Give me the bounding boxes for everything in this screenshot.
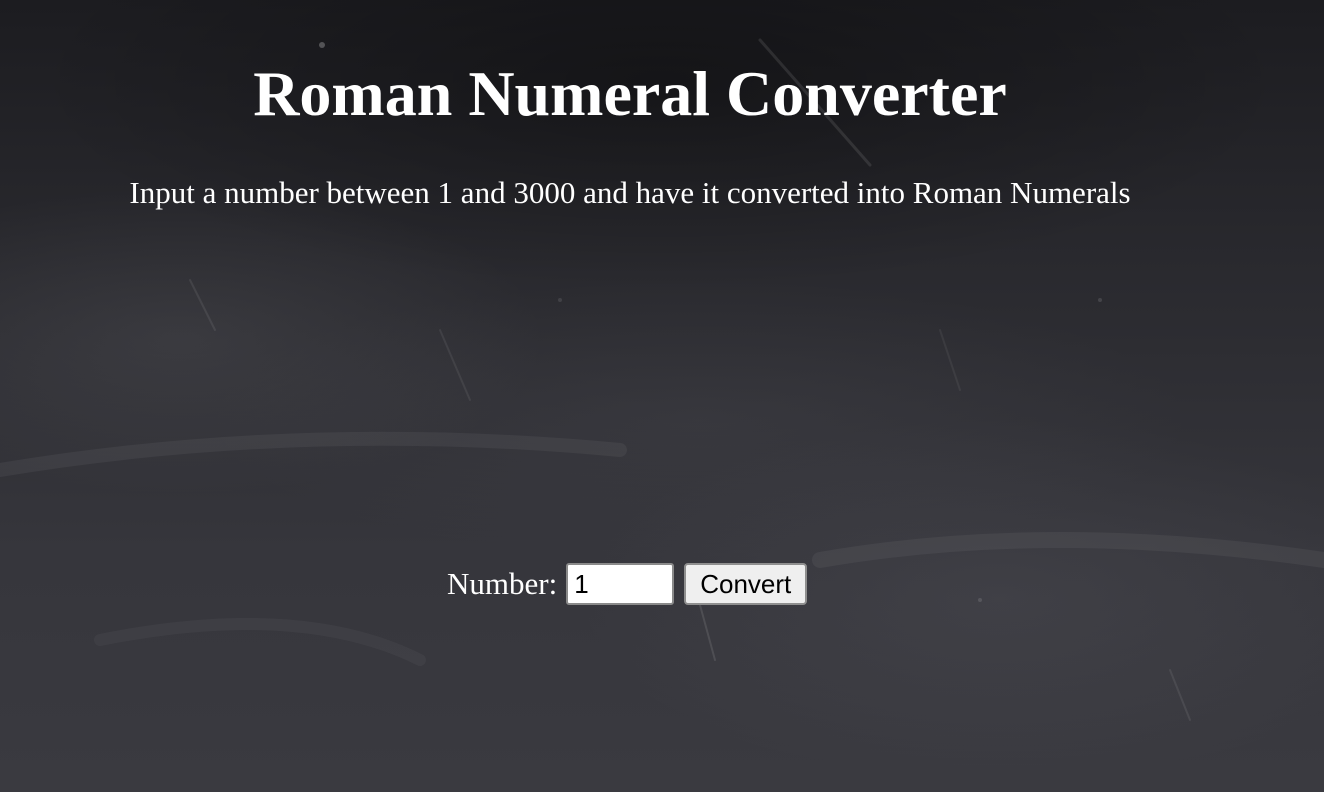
page-title: Roman Numeral Converter [253, 58, 1007, 129]
converter-form: Number: Convert [447, 562, 808, 606]
number-input[interactable] [566, 563, 675, 605]
convert-button[interactable]: Convert [684, 563, 808, 605]
page-subtitle: Input a number between 1 and 3000 and ha… [129, 175, 1131, 210]
number-label: Number: [447, 566, 558, 601]
